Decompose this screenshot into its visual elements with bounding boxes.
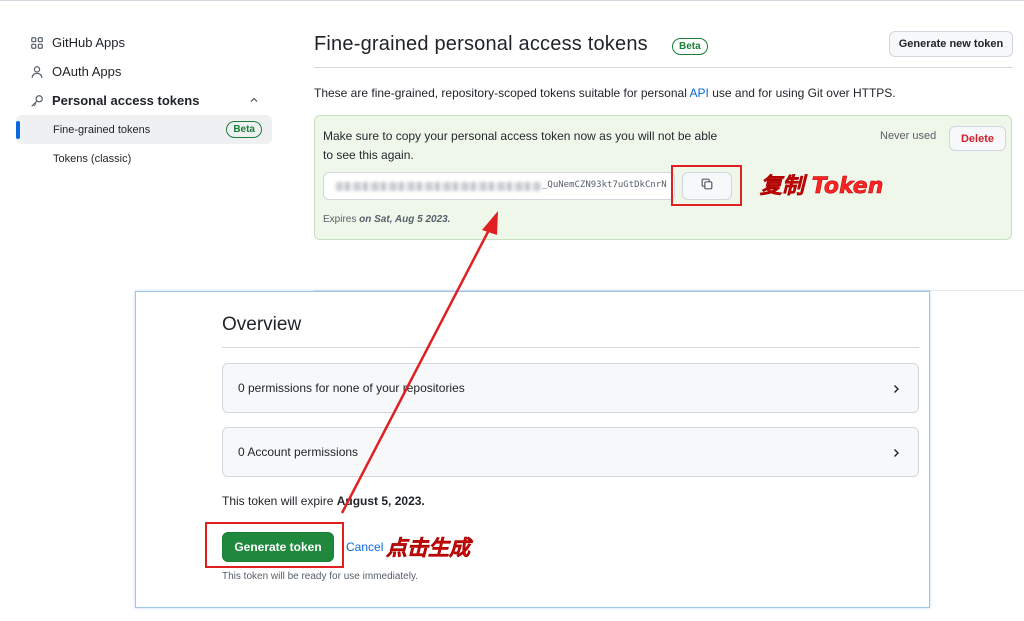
top-border: [0, 0, 1024, 1]
api-link[interactable]: API: [690, 86, 709, 100]
expiration-date: August 5, 2023.: [336, 494, 425, 508]
page-title: Fine-grained personal access tokens: [314, 33, 648, 55]
header-divider: [314, 67, 1012, 68]
copy-token-annotation: 复制 Token: [760, 174, 884, 200]
beta-badge: Beta: [226, 121, 262, 138]
cancel-link[interactable]: Cancel: [346, 540, 383, 554]
delete-token-button[interactable]: Delete: [949, 126, 1006, 151]
sidebar-item-oauth-apps[interactable]: OAuth Apps: [16, 57, 272, 86]
token-redacted-area: [336, 182, 541, 191]
permission-label: 0 Account permissions: [238, 445, 359, 459]
generate-highlight-box: [205, 522, 344, 568]
overview-title: Overview: [222, 314, 302, 335]
new-token-flash: Make sure to copy your personal access t…: [314, 115, 1012, 240]
repository-permissions-row[interactable]: 0 permissions for none of your repositor…: [222, 363, 919, 413]
sidebar-item-label: GitHub Apps: [52, 35, 125, 50]
sidebar-item-github-apps[interactable]: GitHub Apps: [16, 28, 272, 57]
key-icon: [30, 94, 44, 108]
token-expiry: Expires on Sat, Aug 5 2023.: [323, 214, 450, 225]
expiry-date: on Sat, Aug 5 2023.: [359, 214, 451, 225]
sidebar-item-label: OAuth Apps: [52, 64, 122, 79]
chevron-right-icon: [890, 382, 902, 394]
generate-annotation: 点击生成: [386, 536, 471, 561]
chevron-right-icon: [890, 446, 902, 458]
sidebar-item-personal-access-tokens[interactable]: Personal access tokens: [16, 86, 272, 115]
description-text-end: use and for using Git over HTTPS.: [708, 86, 896, 100]
permission-label: 0 permissions for none of your repositor…: [238, 381, 465, 395]
copy-highlight-box: [671, 165, 742, 206]
token-value-field[interactable]: _QuNemCZN93kt7uGtDkCnrN: [323, 172, 675, 200]
token-visible-suffix: _QuNemCZN93kt7uGtDkCnrN: [542, 180, 667, 190]
settings-sidebar: GitHub Apps OAuth Apps Personal access t…: [16, 28, 272, 173]
person-icon: [30, 65, 44, 79]
sidebar-subitem-tokens-classic[interactable]: Tokens (classic): [16, 144, 272, 173]
title-beta-badge: Beta: [672, 38, 708, 55]
sidebar-subitem-fine-grained-tokens[interactable]: Fine-grained tokens Beta: [16, 115, 272, 144]
tokens-description: These are fine-grained, repository-scope…: [314, 86, 896, 100]
apps-grid-icon: [30, 36, 44, 50]
account-permissions-row[interactable]: 0 Account permissions: [222, 427, 919, 477]
copy-warning-message: Make sure to copy your personal access t…: [323, 129, 718, 162]
expiration-summary: This token will expire August 5, 2023.: [222, 494, 425, 508]
description-text: These are fine-grained, repository-scope…: [314, 86, 690, 100]
chevron-up-icon[interactable]: [248, 94, 260, 106]
overview-divider: [222, 347, 919, 348]
sidebar-subitem-label: Fine-grained tokens: [53, 123, 151, 136]
ready-note: This token will be ready for use immedia…: [222, 571, 419, 582]
generate-new-token-button[interactable]: Generate new token: [889, 31, 1013, 57]
expiry-prefix: Expires: [323, 214, 357, 225]
sidebar-item-label: Personal access tokens: [52, 93, 200, 108]
expiration-prefix: This token will expire: [222, 494, 337, 508]
sidebar-subitem-label: Tokens (classic): [53, 152, 132, 165]
token-usage-status: Never used: [880, 130, 937, 142]
